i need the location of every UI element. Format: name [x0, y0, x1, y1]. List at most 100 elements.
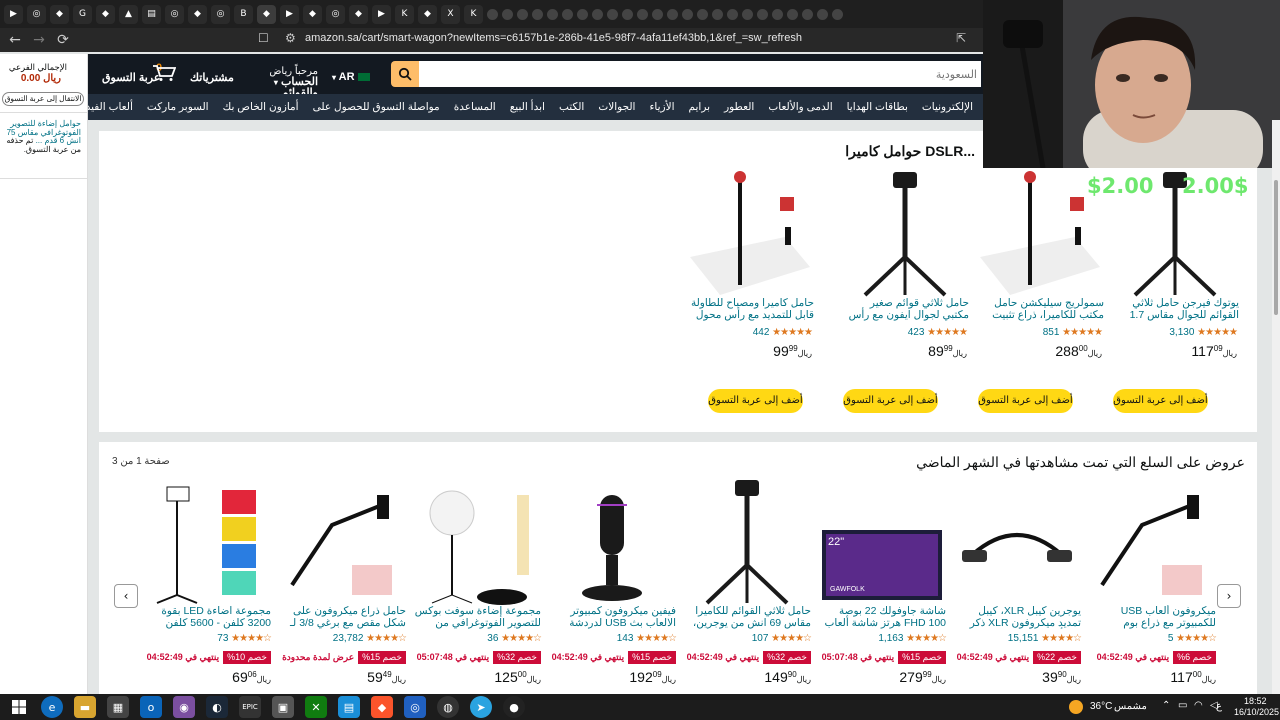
browser-tab[interactable]: ▶ — [4, 4, 23, 24]
language-selector[interactable]: ▾ AR — [332, 72, 370, 83]
browser-tab[interactable]: G — [73, 4, 92, 24]
product-card[interactable]: مجموعة إضاءة سوفت بوكس للتصوير الفوتوغرا… — [413, 480, 542, 685]
product-card[interactable]: 22" GAWFOLK شاشة جاوفولك 22 بوصة FHD 100 ه… — [818, 480, 947, 685]
forward-icon[interactable]: → — [30, 32, 48, 48]
browser-tab-favicon-icon[interactable] — [517, 8, 528, 20]
browser-tab[interactable]: K — [464, 4, 483, 24]
product-image[interactable] — [143, 480, 271, 605]
browser-tab-favicon-icon[interactable] — [712, 8, 723, 20]
product-image[interactable] — [953, 480, 1081, 605]
add-to-cart-button[interactable]: أضف إلى عربة التسوق — [843, 389, 938, 413]
product-title[interactable]: حامل كاميرا ومصباح للطاولة قابل للتمديد … — [686, 297, 814, 321]
go-to-cart-button[interactable]: الانتقال إلى عربة التسوق — [2, 92, 84, 106]
product-rating[interactable]: 15,151 ★★★★☆ — [953, 633, 1082, 645]
browser-tab-favicon-icon[interactable] — [817, 8, 828, 20]
product-rating[interactable]: 107 ★★★★☆ — [683, 633, 812, 645]
browser-tab-favicon-icon[interactable] — [667, 8, 678, 20]
product-card[interactable]: حامل ثلاثي القوائم للكاميرا مقاس 69 انش … — [683, 480, 812, 685]
product-image[interactable] — [841, 164, 969, 297]
browser-tab-favicon-icon[interactable] — [487, 8, 498, 20]
browser-tab[interactable]: ◆ — [418, 4, 437, 24]
add-to-cart-button[interactable]: أضف إلى عربة التسوق — [708, 389, 803, 413]
product-rating[interactable]: 851 ★★★★★ — [976, 327, 1104, 339]
product-rating[interactable]: 23,782 ★★★★☆ — [278, 633, 407, 645]
product-title[interactable]: حامل ثلاثي القوائم للكاميرا مقاس 69 انش … — [683, 605, 811, 629]
product-card[interactable]: حامل ذراع ميكروفون على شكل مقص مع برغي 3… — [278, 480, 407, 685]
xbox-icon[interactable]: ✕ — [305, 696, 327, 718]
battery-icon[interactable]: ▭ — [1178, 700, 1187, 711]
browser-tab[interactable]: ◆ — [96, 4, 115, 24]
brave-icon[interactable]: ◆ — [371, 696, 393, 718]
browser-tab[interactable]: K — [395, 4, 414, 24]
app-icon[interactable]: ◉ — [173, 696, 195, 718]
browser-tab-favicon-icon[interactable] — [607, 8, 618, 20]
browser-tab[interactable]: ◆ — [349, 4, 368, 24]
product-title[interactable]: حامل ثلاثي قوائم صغير مكتبي لجوال ايفون … — [841, 297, 969, 321]
browser-tab-favicon-icon[interactable] — [637, 8, 648, 20]
video-editor-icon[interactable]: ▣ — [272, 696, 294, 718]
telegram-icon[interactable]: ➤ — [470, 696, 492, 718]
clock-time[interactable]: 18:52 — [1244, 696, 1267, 706]
address-bar-url[interactable]: amazon.sa/cart/smart-wagon?newItems=c615… — [305, 32, 802, 44]
category-nav-item[interactable]: مواصلة التسوق للحصول على — [306, 101, 447, 113]
browser-tab-favicon-icon[interactable] — [547, 8, 558, 20]
orders-link[interactable]: مشترياتك — [190, 73, 234, 84]
browser-tab-favicon-icon[interactable] — [592, 8, 603, 20]
browser-tab[interactable]: ◆ — [303, 4, 322, 24]
product-rating[interactable]: 3,130 ★★★★★ — [1111, 327, 1239, 339]
category-nav-item[interactable]: الكتب — [552, 101, 591, 113]
weather-temp[interactable]: 36°C — [1090, 701, 1112, 712]
browser-tab[interactable]: X — [441, 4, 460, 24]
calculator-icon[interactable]: ▦ — [107, 696, 129, 718]
browser-tab-favicon-icon[interactable] — [562, 8, 573, 20]
carousel-next-button[interactable]: › — [1217, 584, 1241, 608]
browser-tab[interactable]: ◎ — [211, 4, 230, 24]
share-icon[interactable]: ⇱ — [956, 31, 966, 45]
product-title[interactable]: يوتوك فيرجن حامل ثلاثي القوائم للجوال مق… — [1111, 297, 1239, 321]
category-nav-item[interactable]: بطاقات الهدايا — [840, 101, 915, 113]
browser-tab-favicon-icon[interactable] — [532, 8, 543, 20]
product-rating[interactable]: 442 ★★★★★ — [686, 327, 814, 339]
browser-tab-favicon-icon[interactable] — [757, 8, 768, 20]
product-card[interactable]: فيفين ميكروفون كمبيوتر الالعاب بث USB لد… — [548, 480, 677, 685]
browser-tab-favicon-icon[interactable] — [802, 8, 813, 20]
product-rating[interactable]: 1,163 ★★★★☆ — [818, 633, 947, 645]
product-rating[interactable]: 143 ★★★★☆ — [548, 633, 677, 645]
category-nav-item[interactable]: أمازون الخاص بك — [216, 101, 306, 113]
category-nav-item[interactable]: الدمى والألعاب — [761, 101, 839, 113]
browser-tab[interactable]: ◎ — [326, 4, 345, 24]
search-input[interactable] — [419, 61, 981, 87]
product-title[interactable]: مجموعة إضاءة سوفت بوكس للتصوير الفوتوغرا… — [413, 605, 541, 629]
file-explorer-icon[interactable]: ▬ — [74, 696, 96, 718]
browser-tab-favicon-icon[interactable] — [577, 8, 588, 20]
category-nav-item[interactable]: الإلكترونيات — [915, 101, 980, 113]
search-button[interactable] — [391, 61, 419, 87]
product-rating[interactable]: 423 ★★★★★ — [841, 327, 969, 339]
windows-start-icon[interactable] — [8, 696, 30, 718]
add-to-cart-button[interactable]: أضف إلى عربة التسوق — [978, 389, 1073, 413]
site-info-icon[interactable]: ⚙ — [285, 31, 296, 45]
product-image[interactable] — [683, 480, 811, 605]
product-image[interactable] — [413, 480, 541, 605]
browser-tab-favicon-icon[interactable] — [652, 8, 663, 20]
carousel-prev-button[interactable]: ‹ — [114, 584, 138, 608]
browser-tab-favicon-icon[interactable] — [832, 8, 843, 20]
product-image[interactable] — [278, 480, 406, 605]
weather-icon[interactable] — [1069, 700, 1083, 714]
steam-icon[interactable]: ◐ — [206, 696, 228, 718]
chrome-icon[interactable]: ◍ — [437, 696, 459, 718]
browser-tab[interactable]: ◆ — [188, 4, 207, 24]
category-nav-item[interactable]: الأزياء — [642, 101, 681, 113]
browser-tab-favicon-icon[interactable] — [772, 8, 783, 20]
browser-tab-favicon-icon[interactable] — [682, 8, 693, 20]
product-image[interactable] — [1088, 480, 1216, 605]
browser-tab-favicon-icon[interactable] — [787, 8, 798, 20]
reload-icon[interactable]: ⟳ — [54, 32, 72, 48]
browser-tab[interactable]: ▲ — [119, 4, 138, 24]
browser-tab[interactable]: ▤ — [142, 4, 161, 24]
edge-icon[interactable]: e — [41, 696, 63, 718]
scrollbar-thumb[interactable] — [1274, 180, 1278, 315]
cart-icon[interactable] — [152, 64, 176, 82]
product-card[interactable]: حامل ثلاثي قوائم صغير مكتبي لجوال ايفون … — [841, 164, 969, 359]
product-title[interactable]: حامل ذراع ميكروفون على شكل مقص مع برغي 3… — [278, 605, 406, 629]
